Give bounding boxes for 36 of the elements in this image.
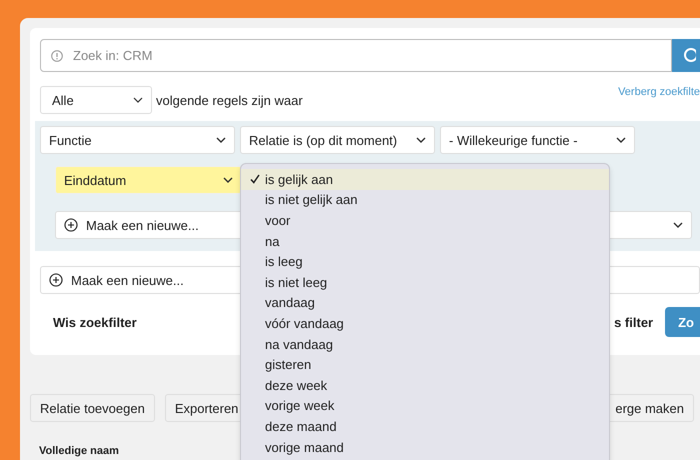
dropdown-option[interactable]: voor <box>241 210 609 231</box>
rule-select[interactable]: Relatie is (op dit moment) <box>240 126 435 154</box>
dropdown-option[interactable]: na <box>241 230 609 252</box>
dropdown-option[interactable]: vandaag <box>241 292 609 314</box>
column-header[interactable]: Volledige naam <box>39 445 119 457</box>
chevron-down-icon <box>673 222 683 228</box>
search-field[interactable]: Zoek in: CRM <box>40 39 672 72</box>
field-select[interactable]: Einddatum <box>55 166 242 194</box>
match-label: volgende regels zijn waar <box>156 92 303 108</box>
chevron-down-icon <box>223 177 233 183</box>
search-button[interactable] <box>672 39 700 72</box>
chevron-down-icon <box>133 97 143 103</box>
dropdown-option[interactable]: gisteren <box>241 354 609 375</box>
dropdown-option[interactable]: deze week <box>241 374 609 396</box>
search-input[interactable]: Zoek in: CRM <box>71 47 671 64</box>
match-select[interactable]: Alle <box>40 86 152 114</box>
search-submit-button[interactable]: Zo <box>665 307 700 337</box>
dropdown-option[interactable]: is gelijk aan <box>241 169 609 190</box>
dropdown-option[interactable]: is leeg <box>241 251 609 272</box>
check-icon <box>250 174 260 184</box>
rule-select[interactable]: Functie <box>40 126 235 154</box>
dropdown-option[interactable]: vóór vandaag <box>241 313 609 334</box>
info-icon <box>51 50 63 62</box>
dropdown-option[interactable]: is niet leeg <box>241 272 609 293</box>
chevron-down-icon <box>216 137 226 143</box>
clear-filter-link[interactable]: Wis zoekfilter <box>53 314 137 330</box>
rule-select[interactable]: - Willekeurige functie - <box>440 126 635 154</box>
dropdown-option[interactable]: is niet gelijk aan <box>241 190 609 210</box>
chevron-down-icon <box>616 137 626 143</box>
plus-circle-icon <box>49 273 63 287</box>
plus-circle-icon <box>64 218 78 232</box>
chevron-down-icon <box>416 137 426 143</box>
save-filter-link[interactable]: s filter <box>614 314 654 330</box>
dropdown-option[interactable]: na vandaag <box>241 334 609 354</box>
toolbar-button[interactable]: Relatie toevoegen <box>30 394 155 422</box>
dropdown-option[interactable]: vorige maand <box>241 436 609 458</box>
